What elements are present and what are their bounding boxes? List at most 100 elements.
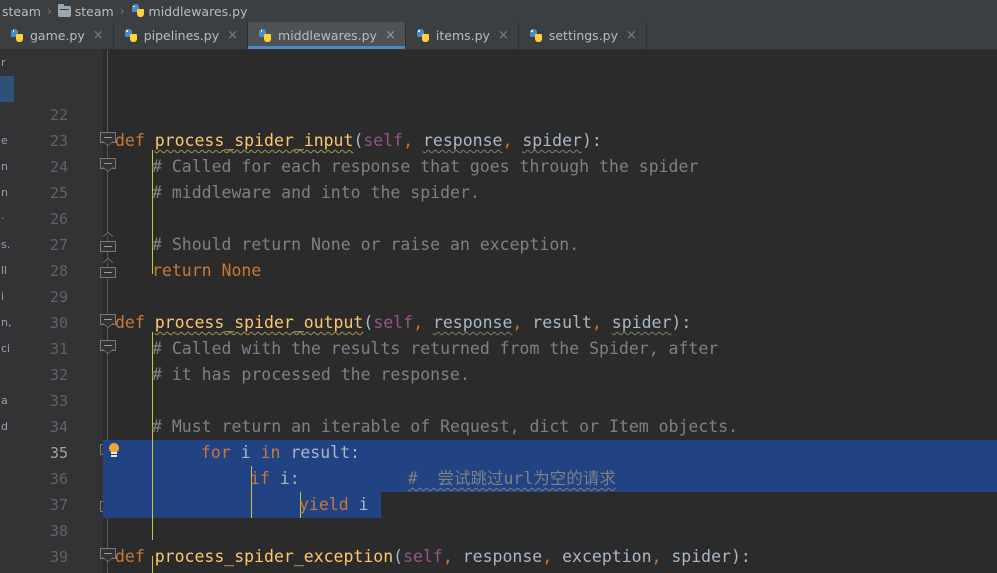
keyword-def: def [115, 547, 145, 566]
breadcrumb-label-folder: steam [74, 3, 114, 19]
line-number: 37 [49, 496, 68, 514]
line-number: 22 [49, 106, 68, 124]
code-line[interactable]: return None [103, 258, 261, 284]
code-line-selected[interactable]: for i in result: [103, 440, 360, 466]
gutter-line[interactable]: 32 [14, 362, 103, 388]
breadcrumb-item-folder[interactable]: steam [56, 3, 116, 19]
param-self: self [363, 131, 404, 150]
gutter-line[interactable]: 35 [14, 440, 103, 466]
param-spider: spider [671, 547, 731, 566]
code-line[interactable]: # Should return None or raise an excepti… [103, 232, 579, 258]
code-line[interactable]: # it has processed the response. [103, 362, 470, 388]
param-response: response [432, 313, 513, 332]
code-line[interactable] [103, 102, 115, 128]
keyword-in: in [260, 443, 281, 462]
gutter-line[interactable]: 39 [14, 544, 103, 570]
structure-strip-row: a [1, 394, 8, 407]
breadcrumb-item-file[interactable]: middlewares.py [129, 4, 250, 19]
line-number: 25 [49, 184, 68, 202]
line-number: 30 [49, 314, 68, 332]
code-line-selected[interactable]: if i: # 尝试跳过url为空的请求 [103, 466, 616, 492]
code-line-selected[interactable]: yield i [103, 492, 369, 518]
variable-i: i [358, 495, 369, 514]
code-line[interactable]: # middleware and into the spider. [103, 180, 480, 206]
param-response: response [462, 547, 543, 566]
comment-text: # Called for each response that goes thr… [152, 157, 699, 176]
structure-strip-row [0, 102, 14, 128]
gutter-line[interactable]: 24 [14, 154, 103, 180]
function-name: process_spider_output [154, 313, 364, 332]
code-line[interactable] [103, 284, 115, 310]
gutter-line[interactable]: 36 [14, 466, 103, 492]
tab-close-icon[interactable]: × [227, 29, 238, 42]
code-editor[interactable]: r e n n · s. ll i n, ci a d 22 23 24 25 … [0, 50, 997, 573]
gutter-line[interactable]: 25 [14, 180, 103, 206]
gutter-line[interactable]: 33 [14, 388, 103, 414]
keyword-def: def [115, 131, 145, 150]
structure-strip-row: r [1, 56, 6, 69]
tab-label: settings.py [548, 28, 618, 43]
tab-close-icon[interactable]: × [498, 29, 509, 42]
gutter-line[interactable]: 30 [14, 310, 103, 336]
editor-gutter[interactable]: 22 23 24 25 26 27 28 29 30 31 32 33 34 3… [14, 50, 116, 573]
line-number: 24 [49, 158, 68, 176]
breadcrumb-item-module[interactable]: steam [0, 4, 43, 19]
python-file-icon [131, 4, 145, 18]
tab-middlewares-py[interactable]: middlewares.py × [248, 22, 406, 49]
structure-strip-row: ci [1, 342, 11, 355]
python-file-icon [124, 28, 138, 43]
code-line[interactable] [103, 206, 115, 232]
structure-strip-row: n, [1, 316, 12, 329]
tab-label: items.py [435, 28, 490, 43]
variable-i: i [240, 443, 251, 462]
structure-strip[interactable]: r e n n · s. ll i n, ci a d [0, 50, 14, 573]
gutter-line[interactable]: 34 [14, 414, 103, 440]
line-number: 26 [49, 210, 68, 228]
tab-close-icon[interactable]: × [93, 29, 104, 42]
structure-strip-row [0, 362, 14, 388]
tab-game-py[interactable]: game.py × [0, 22, 114, 49]
gutter-line[interactable]: 23 [14, 128, 103, 154]
comment-text: # Called with the results returned from … [152, 339, 719, 358]
breadcrumb-label-file: middlewares.py [148, 3, 248, 19]
code-line[interactable] [103, 388, 115, 414]
line-number: 29 [49, 288, 68, 306]
gutter-line[interactable]: 31 [14, 336, 103, 362]
function-name: process_spider_exception [154, 547, 394, 566]
gutter-line[interactable]: 28 [14, 258, 103, 284]
breadcrumb-label-module: steam [2, 3, 41, 19]
python-file-icon [10, 28, 24, 43]
gutter-line[interactable]: 37 [14, 492, 103, 518]
code-content[interactable]: def process_spider_input(self, response,… [103, 50, 997, 573]
line-number: 34 [49, 418, 68, 436]
code-line[interactable]: def process_spider_input(self, response,… [103, 128, 602, 154]
gutter-line[interactable]: 29 [14, 284, 103, 310]
lightbulb-icon[interactable] [106, 443, 122, 459]
tab-close-icon[interactable]: × [626, 29, 637, 42]
tab-label: pipelines.py [143, 28, 220, 43]
breadcrumb-separator: › [46, 4, 52, 18]
tab-close-icon[interactable]: × [385, 29, 396, 42]
param-exception: exception [562, 547, 652, 566]
comment-text: # middleware and into the spider. [152, 183, 480, 202]
param-response: response [423, 131, 503, 150]
tab-pipelines-py[interactable]: pipelines.py × [114, 22, 249, 49]
code-line[interactable] [103, 518, 115, 544]
gutter-line[interactable]: 38 [14, 518, 103, 544]
tab-settings-py[interactable]: settings.py × [519, 22, 647, 49]
gutter-line[interactable]: 27 [14, 232, 103, 258]
code-line[interactable]: def process_spider_exception(self, respo… [103, 544, 751, 570]
comment-text-chinese: # 尝试跳过url为空的请求 [407, 469, 616, 488]
code-line[interactable]: def process_spider_output(self, response… [103, 310, 691, 336]
tab-items-py[interactable]: items.py × [406, 22, 519, 49]
param-self: self [373, 313, 414, 332]
python-file-icon [416, 28, 430, 43]
code-line[interactable]: # Called for each response that goes thr… [103, 154, 698, 180]
gutter-line[interactable]: 22 [14, 102, 103, 128]
gutter-line[interactable]: 26 [14, 206, 103, 232]
line-number-current: 35 [49, 444, 68, 462]
code-line[interactable]: # Must return an iterable of Request, di… [103, 414, 738, 440]
code-line[interactable]: # Called with the results returned from … [103, 336, 718, 362]
keyword-def: def [115, 313, 145, 332]
